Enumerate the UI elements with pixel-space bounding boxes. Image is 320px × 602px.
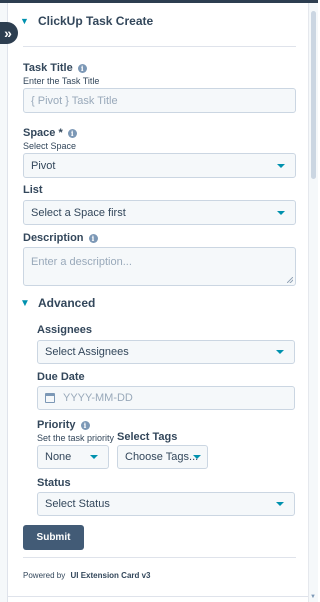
priority-select[interactable]: None bbox=[37, 445, 109, 469]
info-icon[interactable]: i bbox=[77, 63, 87, 73]
info-icon[interactable]: i bbox=[80, 420, 90, 430]
caret-down-icon bbox=[276, 350, 284, 354]
divider bbox=[8, 596, 308, 597]
priority-select-value: None bbox=[45, 451, 72, 463]
top-bar bbox=[0, 0, 318, 3]
card-header[interactable]: ▼ ClickUp Task Create bbox=[20, 14, 153, 28]
task-title-label-text: Task Title bbox=[23, 62, 73, 74]
caret-down-icon bbox=[277, 163, 285, 168]
list-label-text: List bbox=[23, 184, 43, 196]
info-icon[interactable]: i bbox=[88, 233, 98, 243]
caret-down-icon bbox=[277, 210, 285, 215]
tags-select-value: Choose Tags... bbox=[125, 451, 199, 463]
expand-sidebar-button[interactable]: » bbox=[0, 22, 18, 44]
space-label: Space * i bbox=[23, 127, 77, 139]
priority-sublabel: Set the task priority bbox=[37, 433, 115, 443]
divider bbox=[23, 557, 296, 558]
caret-down-icon bbox=[276, 502, 284, 506]
status-select-value: Select Status bbox=[45, 498, 110, 510]
task-title-input[interactable]: { Pivot } Task Title bbox=[23, 88, 296, 113]
status-select[interactable]: Select Status bbox=[37, 492, 295, 516]
caret-down-icon bbox=[193, 455, 201, 459]
calendar-icon bbox=[45, 393, 55, 403]
space-sublabel: Select Space bbox=[23, 141, 77, 151]
description-textarea[interactable]: Enter a description... bbox=[23, 247, 296, 286]
description-label: Description i bbox=[23, 232, 98, 244]
divider bbox=[23, 46, 296, 47]
left-rail bbox=[0, 3, 8, 602]
tags-select[interactable]: Choose Tags... bbox=[117, 445, 208, 469]
tags-label-text: Select Tags bbox=[117, 431, 178, 443]
space-label-text: Space * bbox=[23, 127, 63, 139]
space-select-value: Pivot bbox=[31, 159, 56, 172]
scrollbar-thumb[interactable] bbox=[311, 11, 316, 179]
footer: Powered by UI Extension Card v3 bbox=[23, 571, 151, 580]
submit-button[interactable]: Submit bbox=[23, 525, 84, 550]
footer-brand: UI Extension Card v3 bbox=[70, 571, 151, 580]
double-chevron-right-icon: » bbox=[4, 25, 12, 41]
due-date-label: Due Date bbox=[37, 371, 85, 383]
task-title-label: Task Title i bbox=[23, 62, 87, 74]
description-placeholder: Enter a description... bbox=[31, 256, 132, 268]
list-select[interactable]: Select a Space first bbox=[23, 200, 296, 225]
priority-label: Priority i bbox=[37, 419, 90, 431]
due-date-input[interactable]: YYYY-MM-DD bbox=[37, 386, 295, 410]
due-date-label-text: Due Date bbox=[37, 371, 85, 383]
advanced-title: Advanced bbox=[38, 296, 96, 310]
assignees-select-value: Select Assignees bbox=[45, 346, 129, 358]
assignees-label: Assignees bbox=[37, 324, 92, 336]
scroll-down-icon[interactable]: ▼ bbox=[310, 594, 316, 600]
list-label: List bbox=[23, 184, 43, 196]
tags-label: Select Tags bbox=[117, 431, 177, 443]
advanced-section-toggle[interactable]: ▼ Advanced bbox=[20, 296, 95, 310]
space-select[interactable]: Pivot bbox=[23, 153, 296, 178]
priority-label-text: Priority bbox=[37, 419, 76, 431]
scrollbar[interactable]: ▼ bbox=[308, 3, 318, 602]
description-label-text: Description bbox=[23, 232, 84, 244]
assignees-label-text: Assignees bbox=[37, 324, 93, 336]
status-label-text: Status bbox=[37, 477, 71, 489]
task-title-placeholder: { Pivot } Task Title bbox=[31, 94, 118, 107]
info-icon[interactable]: i bbox=[67, 128, 77, 138]
chevron-down-icon: ▼ bbox=[20, 297, 30, 309]
due-date-placeholder: YYYY-MM-DD bbox=[63, 392, 133, 404]
caret-down-icon bbox=[90, 455, 98, 459]
resize-grip-icon[interactable] bbox=[287, 277, 293, 283]
card-title: ClickUp Task Create bbox=[38, 14, 154, 28]
list-select-value: Select a Space first bbox=[31, 206, 126, 219]
assignees-select[interactable]: Select Assignees bbox=[37, 340, 295, 364]
footer-prefix: Powered by bbox=[23, 571, 66, 580]
task-title-sublabel: Enter the Task Title bbox=[23, 76, 100, 86]
chevron-down-icon: ▼ bbox=[20, 16, 29, 26]
status-label: Status bbox=[37, 477, 71, 489]
